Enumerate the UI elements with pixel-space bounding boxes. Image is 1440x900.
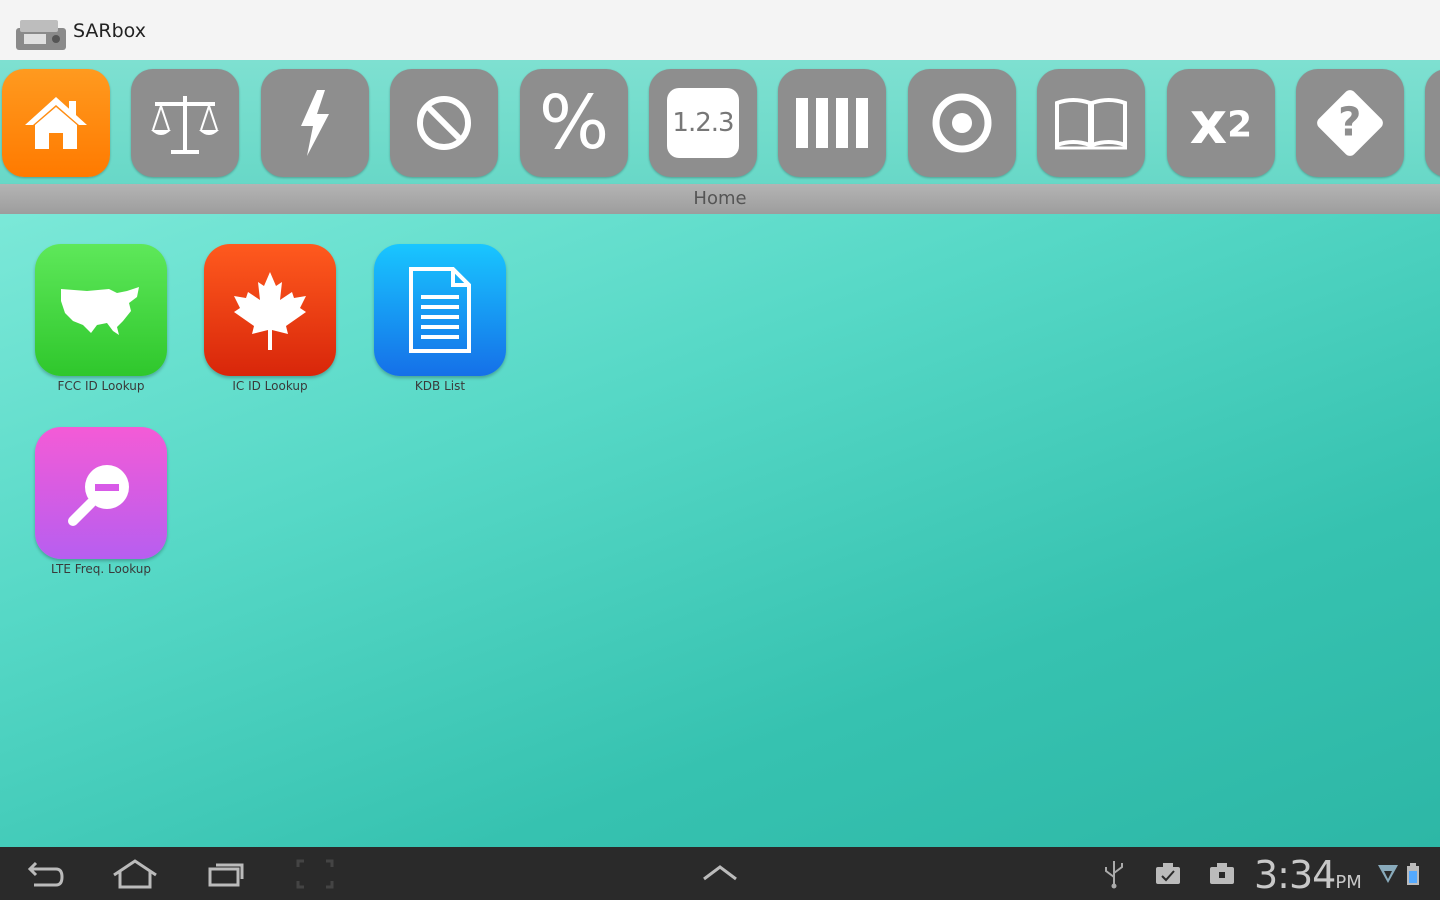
usa-map-icon <box>35 244 167 376</box>
app-tile-fcc[interactable]: FCC ID Lookup <box>26 244 176 393</box>
home-outline-icon <box>113 859 157 889</box>
document-icon <box>374 244 506 376</box>
app-grid: FCC ID Lookup IC ID Lookup KDB List LTE … <box>0 214 1440 847</box>
no-entry-icon <box>417 96 471 150</box>
battery-icon <box>1406 863 1420 889</box>
superscript-exponent: 2 <box>1227 104 1253 146</box>
chevron-up-icon <box>703 865 737 881</box>
toolbar-balance-button[interactable] <box>131 69 239 177</box>
toolbar-percent-button[interactable]: % <box>520 69 628 177</box>
recent-apps-button[interactable] <box>206 859 246 893</box>
house-icon <box>25 97 87 149</box>
app-tile-lte[interactable]: LTE Freq. Lookup <box>26 427 176 576</box>
percent-icon: % <box>538 80 610 166</box>
numbers-icon: 1.2.3 <box>667 88 739 158</box>
toolbar-power-button[interactable] <box>261 69 369 177</box>
section-header: Home <box>0 184 1440 214</box>
help-diamond-icon: ? <box>1314 87 1386 159</box>
help-diamond-label: ? <box>1338 99 1362 146</box>
usb-icon <box>1102 859 1126 893</box>
toolbar-block-button[interactable] <box>390 69 498 177</box>
home-nav-button[interactable] <box>112 859 158 893</box>
toolbar-target-button[interactable] <box>908 69 1016 177</box>
status-clock: 3:34PM <box>1254 853 1362 897</box>
scale-icon <box>151 96 219 154</box>
app-label: FCC ID Lookup <box>57 379 145 393</box>
recent-apps-icon <box>208 863 244 887</box>
section-title: Home <box>693 188 747 209</box>
screenshot-icon <box>296 859 334 889</box>
app-label: KDB List <box>414 379 466 393</box>
back-arrow-icon <box>27 861 64 887</box>
bars-icon <box>796 98 868 148</box>
numbers-icon-label: 1.2.3 <box>672 108 734 138</box>
app-tile-ic[interactable]: IC ID Lookup <box>195 244 345 393</box>
target-icon <box>932 93 992 153</box>
superscript-base: x <box>1189 89 1228 157</box>
toolbar-book-button[interactable] <box>1037 69 1145 177</box>
clipboard-check-icon <box>1155 861 1181 889</box>
system-navigation-bar: 3:34PM <box>0 847 1440 900</box>
maple-leaf-icon <box>204 244 336 376</box>
action-bar: SARbox <box>0 0 1440 60</box>
download-bag-icon <box>1209 861 1235 889</box>
toolbar-help-button[interactable]: ? <box>1296 69 1404 177</box>
screenshot-button[interactable] <box>296 859 334 893</box>
magnifier-icon <box>35 427 167 559</box>
lightning-icon <box>301 90 329 156</box>
app-label: LTE Freq. Lookup <box>50 562 152 576</box>
clock-time: 3:34 <box>1254 853 1336 897</box>
app-logo-icon[interactable] <box>14 14 68 54</box>
toolbar: % 1.2.3 x2 ? <box>0 60 1440 184</box>
clock-ampm: PM <box>1335 872 1362 893</box>
toolbar-numbers-button[interactable]: 1.2.3 <box>649 69 757 177</box>
back-button[interactable] <box>26 859 66 893</box>
app-title: SARbox <box>73 20 146 42</box>
toolbar-bars-button[interactable] <box>778 69 886 177</box>
toolbar-power-of-button[interactable]: x2 <box>1167 69 1275 177</box>
superscript-icon: x2 <box>1190 89 1252 157</box>
app-label: IC ID Lookup <box>232 379 308 393</box>
toolbar-home-button[interactable] <box>2 69 110 177</box>
toolbar-more-button[interactable] <box>1425 69 1440 177</box>
book-icon <box>1055 98 1127 150</box>
wifi-icon <box>1378 863 1402 889</box>
app-tile-kdb[interactable]: KDB List <box>365 244 515 393</box>
app-tray-button[interactable] <box>702 863 738 887</box>
